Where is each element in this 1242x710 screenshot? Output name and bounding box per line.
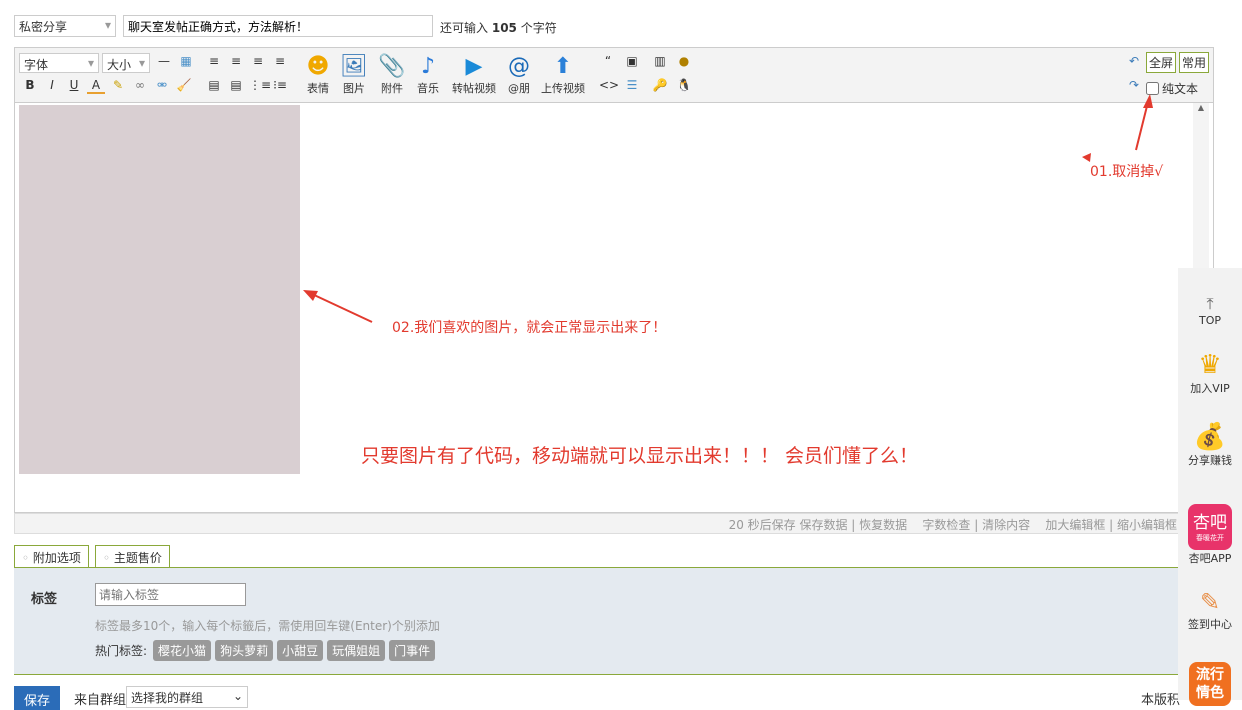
- pencil-icon: ✎: [1199, 588, 1221, 616]
- sidebar-app[interactable]: 杏吧 春暖花开 杏吧APP: [1178, 504, 1242, 566]
- extra-options-panel: 标签 标签最多10个，输入每个标籤后，需使用回车键(Enter)个别添加 热门标…: [14, 567, 1214, 675]
- hot-tag[interactable]: 门事件: [389, 640, 436, 661]
- money-bag-icon: 💰: [1193, 422, 1227, 452]
- sidebar-popular[interactable]: 流行情色: [1178, 662, 1242, 706]
- annotation-step1: 01.取消掉√: [1090, 164, 1164, 180]
- hot-tag[interactable]: 玩偶姐姐: [327, 640, 386, 661]
- sidebar-vip[interactable]: ♛ 加入VIP: [1178, 350, 1242, 396]
- arrow-up-icon: ⤒: [1206, 294, 1214, 313]
- hot-tag[interactable]: 狗头萝莉: [215, 640, 274, 661]
- crown-icon: ♛: [1198, 350, 1222, 380]
- app-logo: 杏吧 春暖花开: [1188, 504, 1232, 550]
- hot-tag[interactable]: 小甜豆: [277, 640, 324, 661]
- group-label: 来自群组:: [74, 693, 131, 708]
- group-select[interactable]: 选择我的群组 ⌄: [126, 686, 248, 708]
- footer-right-text: 本版积: [1141, 693, 1181, 708]
- tag-label: 标签: [31, 592, 58, 607]
- hot-tags: 热门标签: 樱花小猫 狗头萝莉 小甜豆 玩偶姐姐 门事件: [95, 640, 439, 661]
- sidebar-share[interactable]: 💰 分享赚钱: [1178, 422, 1242, 468]
- sidebar-checkin[interactable]: ✎ 签到中心: [1178, 588, 1242, 632]
- tag-input[interactable]: [95, 583, 246, 606]
- popular-logo: 流行情色: [1189, 662, 1231, 706]
- sidebar-top[interactable]: ⤒ TOP: [1178, 294, 1242, 327]
- floating-sidebar: ⤒ TOP ♛ 加入VIP 💰 分享赚钱 杏吧 春暖花开 杏吧APP ✎ 签到中心 流行情色: [1178, 268, 1242, 706]
- hot-tag[interactable]: 樱花小猫: [153, 640, 212, 661]
- annotation-summary: 只要图片有了代码，移动端就可以显示出来！！！ 会员们懂了么！: [361, 445, 919, 467]
- editor-status-bar: 20 秒后保存 保存数据 | 恢复数据 字数检查 | 清除内容 加大编辑框 | …: [14, 513, 1214, 534]
- tag-hint: 标签最多10个，输入每个标籤后，需使用回车键(Enter)个别添加: [95, 619, 440, 633]
- tab-extra-options[interactable]: ◦ 附加选项: [14, 545, 89, 568]
- save-button[interactable]: 保存: [14, 686, 60, 710]
- annotation-step2: 02.我们喜欢的图片，就会正常显示出来了！: [392, 320, 667, 336]
- tab-price[interactable]: ◦ 主题售价: [95, 545, 170, 568]
